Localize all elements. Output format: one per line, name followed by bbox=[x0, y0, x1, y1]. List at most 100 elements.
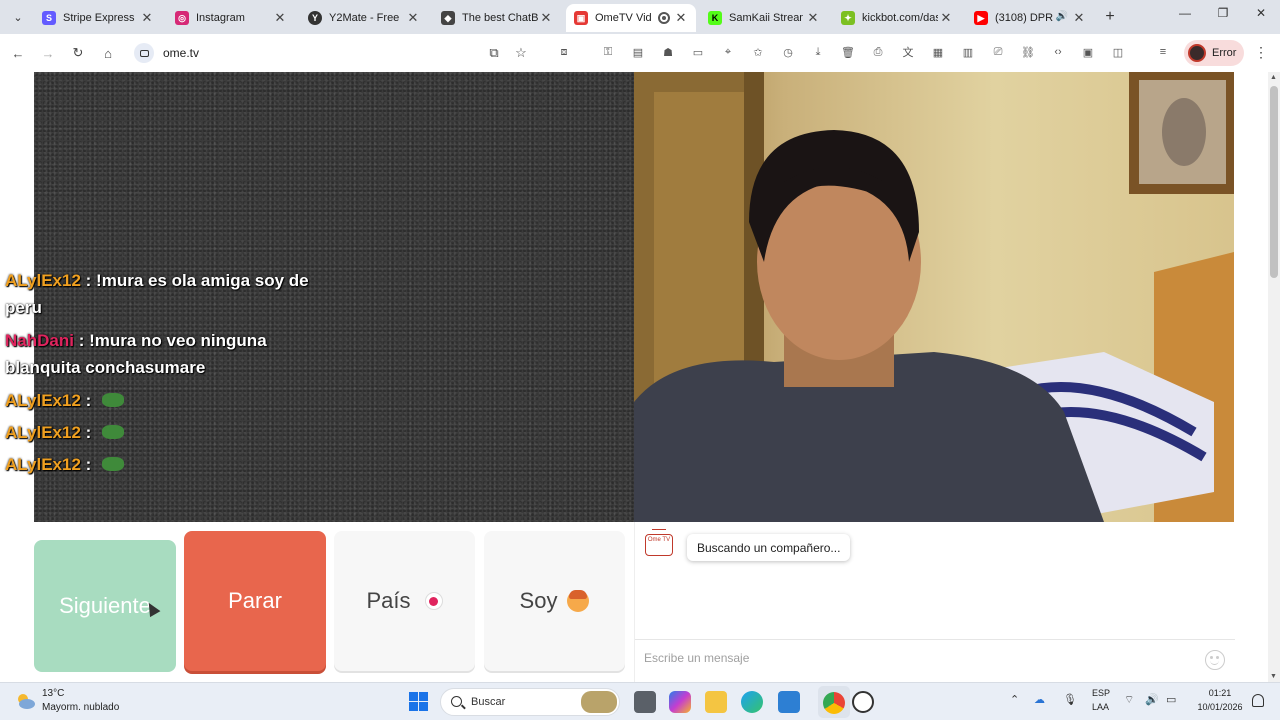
onedrive-cloud-icon[interactable]: ☁ bbox=[1034, 693, 1045, 706]
clock-date[interactable]: 10/01/2026 bbox=[1192, 702, 1248, 712]
copilot-icon[interactable] bbox=[669, 691, 691, 713]
split-screen-icon[interactable]: ◫ bbox=[1110, 44, 1126, 60]
layout-icon[interactable]: ▣ bbox=[1080, 44, 1096, 60]
window-close-icon[interactable]: ✕ bbox=[1246, 6, 1276, 20]
notification-bell-icon[interactable] bbox=[1252, 694, 1264, 707]
restore-icon[interactable]: ❐ bbox=[1208, 6, 1238, 20]
weather-description[interactable]: Mayorm. nublado bbox=[42, 702, 119, 713]
taskbar-search-box[interactable]: Buscar bbox=[440, 688, 620, 716]
close-tab-icon[interactable]: ✕ bbox=[140, 10, 154, 26]
keyboard-layout-indicator[interactable]: LAA bbox=[1092, 702, 1109, 712]
weather-cloud-sun-icon[interactable] bbox=[14, 692, 36, 710]
gender-button[interactable]: Soy bbox=[484, 531, 625, 671]
back-arrow-icon[interactable]: ← bbox=[8, 43, 28, 63]
favorites-icon[interactable]: ✩ bbox=[750, 44, 766, 60]
stop-button[interactable]: Parar bbox=[184, 531, 326, 671]
password-key-icon[interactable]: ⚿ bbox=[600, 44, 616, 60]
new-tab-plus-icon[interactable]: + bbox=[1101, 8, 1119, 26]
message-input[interactable] bbox=[644, 651, 1184, 665]
close-tab-icon[interactable]: ✕ bbox=[406, 10, 420, 26]
incognito-icon[interactable]: ☗ bbox=[660, 44, 676, 60]
file-explorer-icon[interactable] bbox=[705, 691, 727, 713]
minimize-icon[interactable]: — bbox=[1170, 6, 1200, 20]
country-button[interactable]: País bbox=[334, 531, 475, 671]
message-input-bar bbox=[635, 639, 1235, 679]
url-text[interactable]: ome.tv bbox=[163, 46, 199, 60]
volume-icon[interactable]: 🔊 bbox=[1145, 693, 1159, 706]
page-scrollbar[interactable]: ▲ ▼ bbox=[1268, 72, 1280, 682]
microsoft-store-icon[interactable] bbox=[778, 691, 800, 713]
extensions-icon[interactable]: ⧈ bbox=[556, 44, 572, 60]
battery-icon[interactable]: ▭ bbox=[1166, 693, 1176, 706]
ometv-logo-icon: Ome TV bbox=[645, 529, 673, 556]
close-tab-icon[interactable]: ✕ bbox=[674, 10, 688, 26]
scrollbar-thumb[interactable] bbox=[1270, 86, 1278, 278]
webcam-feed-image bbox=[634, 72, 1234, 522]
link-icon[interactable]: ⛓ bbox=[1020, 44, 1036, 60]
windows-taskbar: 13°C Mayorm. nublado Buscar ⌃ ☁ 🎙 ESP LA… bbox=[0, 682, 1280, 720]
tab-strip: ⌄ S Stripe Express ✕ ◎ Instagram ✕ Y Y2M… bbox=[0, 0, 1280, 34]
open-in-app-icon[interactable]: ⧉ bbox=[484, 43, 504, 63]
chatgpt-icon[interactable] bbox=[852, 691, 874, 713]
windows-start-icon[interactable] bbox=[409, 692, 428, 711]
tab-kickbot[interactable]: ✦ kickbot.com/das ✕ bbox=[833, 4, 961, 32]
history-icon[interactable]: ◷ bbox=[780, 44, 796, 60]
bookmark-star-icon[interactable]: ☆ bbox=[511, 43, 531, 63]
tab-chatbot[interactable]: ◆ The best ChatBo ✕ bbox=[433, 4, 561, 32]
close-tab-icon[interactable]: ✕ bbox=[806, 10, 820, 26]
tab-kick-stream[interactable]: K SamKaii Stream ✕ bbox=[700, 4, 828, 32]
search-icon bbox=[451, 696, 462, 707]
stripe-icon: S bbox=[42, 11, 56, 25]
emoji-smiley-icon[interactable] bbox=[1205, 650, 1225, 670]
code-icon[interactable]: ‹› bbox=[1050, 44, 1066, 60]
country-button-label: País bbox=[366, 588, 411, 613]
tab-y2mate[interactable]: Y Y2Mate - Free Yo ✕ bbox=[300, 4, 428, 32]
trash-icon[interactable]: 🗑 bbox=[840, 44, 856, 60]
weather-temperature[interactable]: 13°C bbox=[42, 688, 64, 699]
speaker-icon[interactable]: 🔊 bbox=[1056, 11, 1068, 22]
reading-list-icon[interactable]: ▤ bbox=[630, 44, 646, 60]
profile-error-label: Error bbox=[1212, 47, 1237, 59]
scroll-up-arrow-icon[interactable]: ▲ bbox=[1270, 74, 1277, 81]
chrome-icon[interactable] bbox=[823, 692, 845, 714]
chatbot-icon: ◆ bbox=[441, 11, 455, 25]
show-hidden-icons-icon[interactable]: ⌃ bbox=[1010, 693, 1019, 706]
tab-search-chevron-icon[interactable]: ⌄ bbox=[7, 6, 29, 28]
site-info-icon[interactable] bbox=[134, 43, 154, 63]
tab-ometv[interactable]: ▣ OmeTV Vide ✕ bbox=[566, 4, 696, 32]
close-tab-icon[interactable]: ✕ bbox=[939, 10, 953, 26]
more-menu-icon[interactable]: ⋮ bbox=[1254, 44, 1268, 61]
chat-username: ALylEx12 bbox=[5, 271, 81, 290]
microphone-icon[interactable]: 🎙 bbox=[1063, 693, 1077, 706]
reader-mode-icon[interactable]: ▥ bbox=[960, 44, 976, 60]
tab-instagram[interactable]: ◎ Instagram ✕ bbox=[167, 4, 295, 32]
print-icon[interactable]: ⎙ bbox=[870, 44, 886, 60]
money-emoji-icon bbox=[102, 392, 125, 407]
cast-icon[interactable]: ⎚ bbox=[990, 44, 1006, 60]
home-icon[interactable]: ⌂ bbox=[98, 43, 118, 63]
scroll-down-arrow-icon[interactable]: ▼ bbox=[1270, 673, 1277, 680]
task-view-icon[interactable] bbox=[634, 691, 656, 713]
kick-icon: K bbox=[708, 11, 722, 25]
card-icon[interactable]: ▭ bbox=[690, 44, 706, 60]
youtube-icon: ▶ bbox=[974, 11, 988, 25]
chat-message: ALylEx12 : !mura es ola amiga soy de per… bbox=[5, 267, 335, 321]
download-icon[interactable]: ⤓ bbox=[810, 44, 826, 60]
close-tab-icon[interactable]: ✕ bbox=[1072, 10, 1086, 26]
close-tab-icon[interactable]: ✕ bbox=[539, 10, 553, 26]
reload-icon[interactable]: ↻ bbox=[68, 43, 88, 63]
translate-icon[interactable]: 文 bbox=[900, 44, 916, 60]
media-controls-icon[interactable]: ≡ bbox=[1155, 44, 1171, 60]
wifi-icon[interactable]: ⌔ bbox=[1124, 693, 1134, 707]
clock-time[interactable]: 01:21 bbox=[1192, 688, 1248, 698]
qr-code-icon[interactable]: ▦ bbox=[930, 44, 946, 60]
instagram-icon: ◎ bbox=[175, 11, 189, 25]
tab-stripe-express[interactable]: S Stripe Express ✕ bbox=[34, 4, 162, 32]
tab-youtube[interactable]: ▶ (3108) DPR I 🔊 ✕ bbox=[966, 4, 1094, 32]
close-tab-icon[interactable]: ✕ bbox=[273, 10, 287, 26]
profile-error-button[interactable]: Error bbox=[1184, 40, 1244, 66]
forward-arrow-icon[interactable]: → bbox=[38, 43, 58, 63]
language-indicator[interactable]: ESP bbox=[1092, 688, 1110, 698]
edge-icon[interactable] bbox=[741, 691, 763, 713]
location-pin-icon[interactable]: ⌖ bbox=[720, 44, 736, 60]
